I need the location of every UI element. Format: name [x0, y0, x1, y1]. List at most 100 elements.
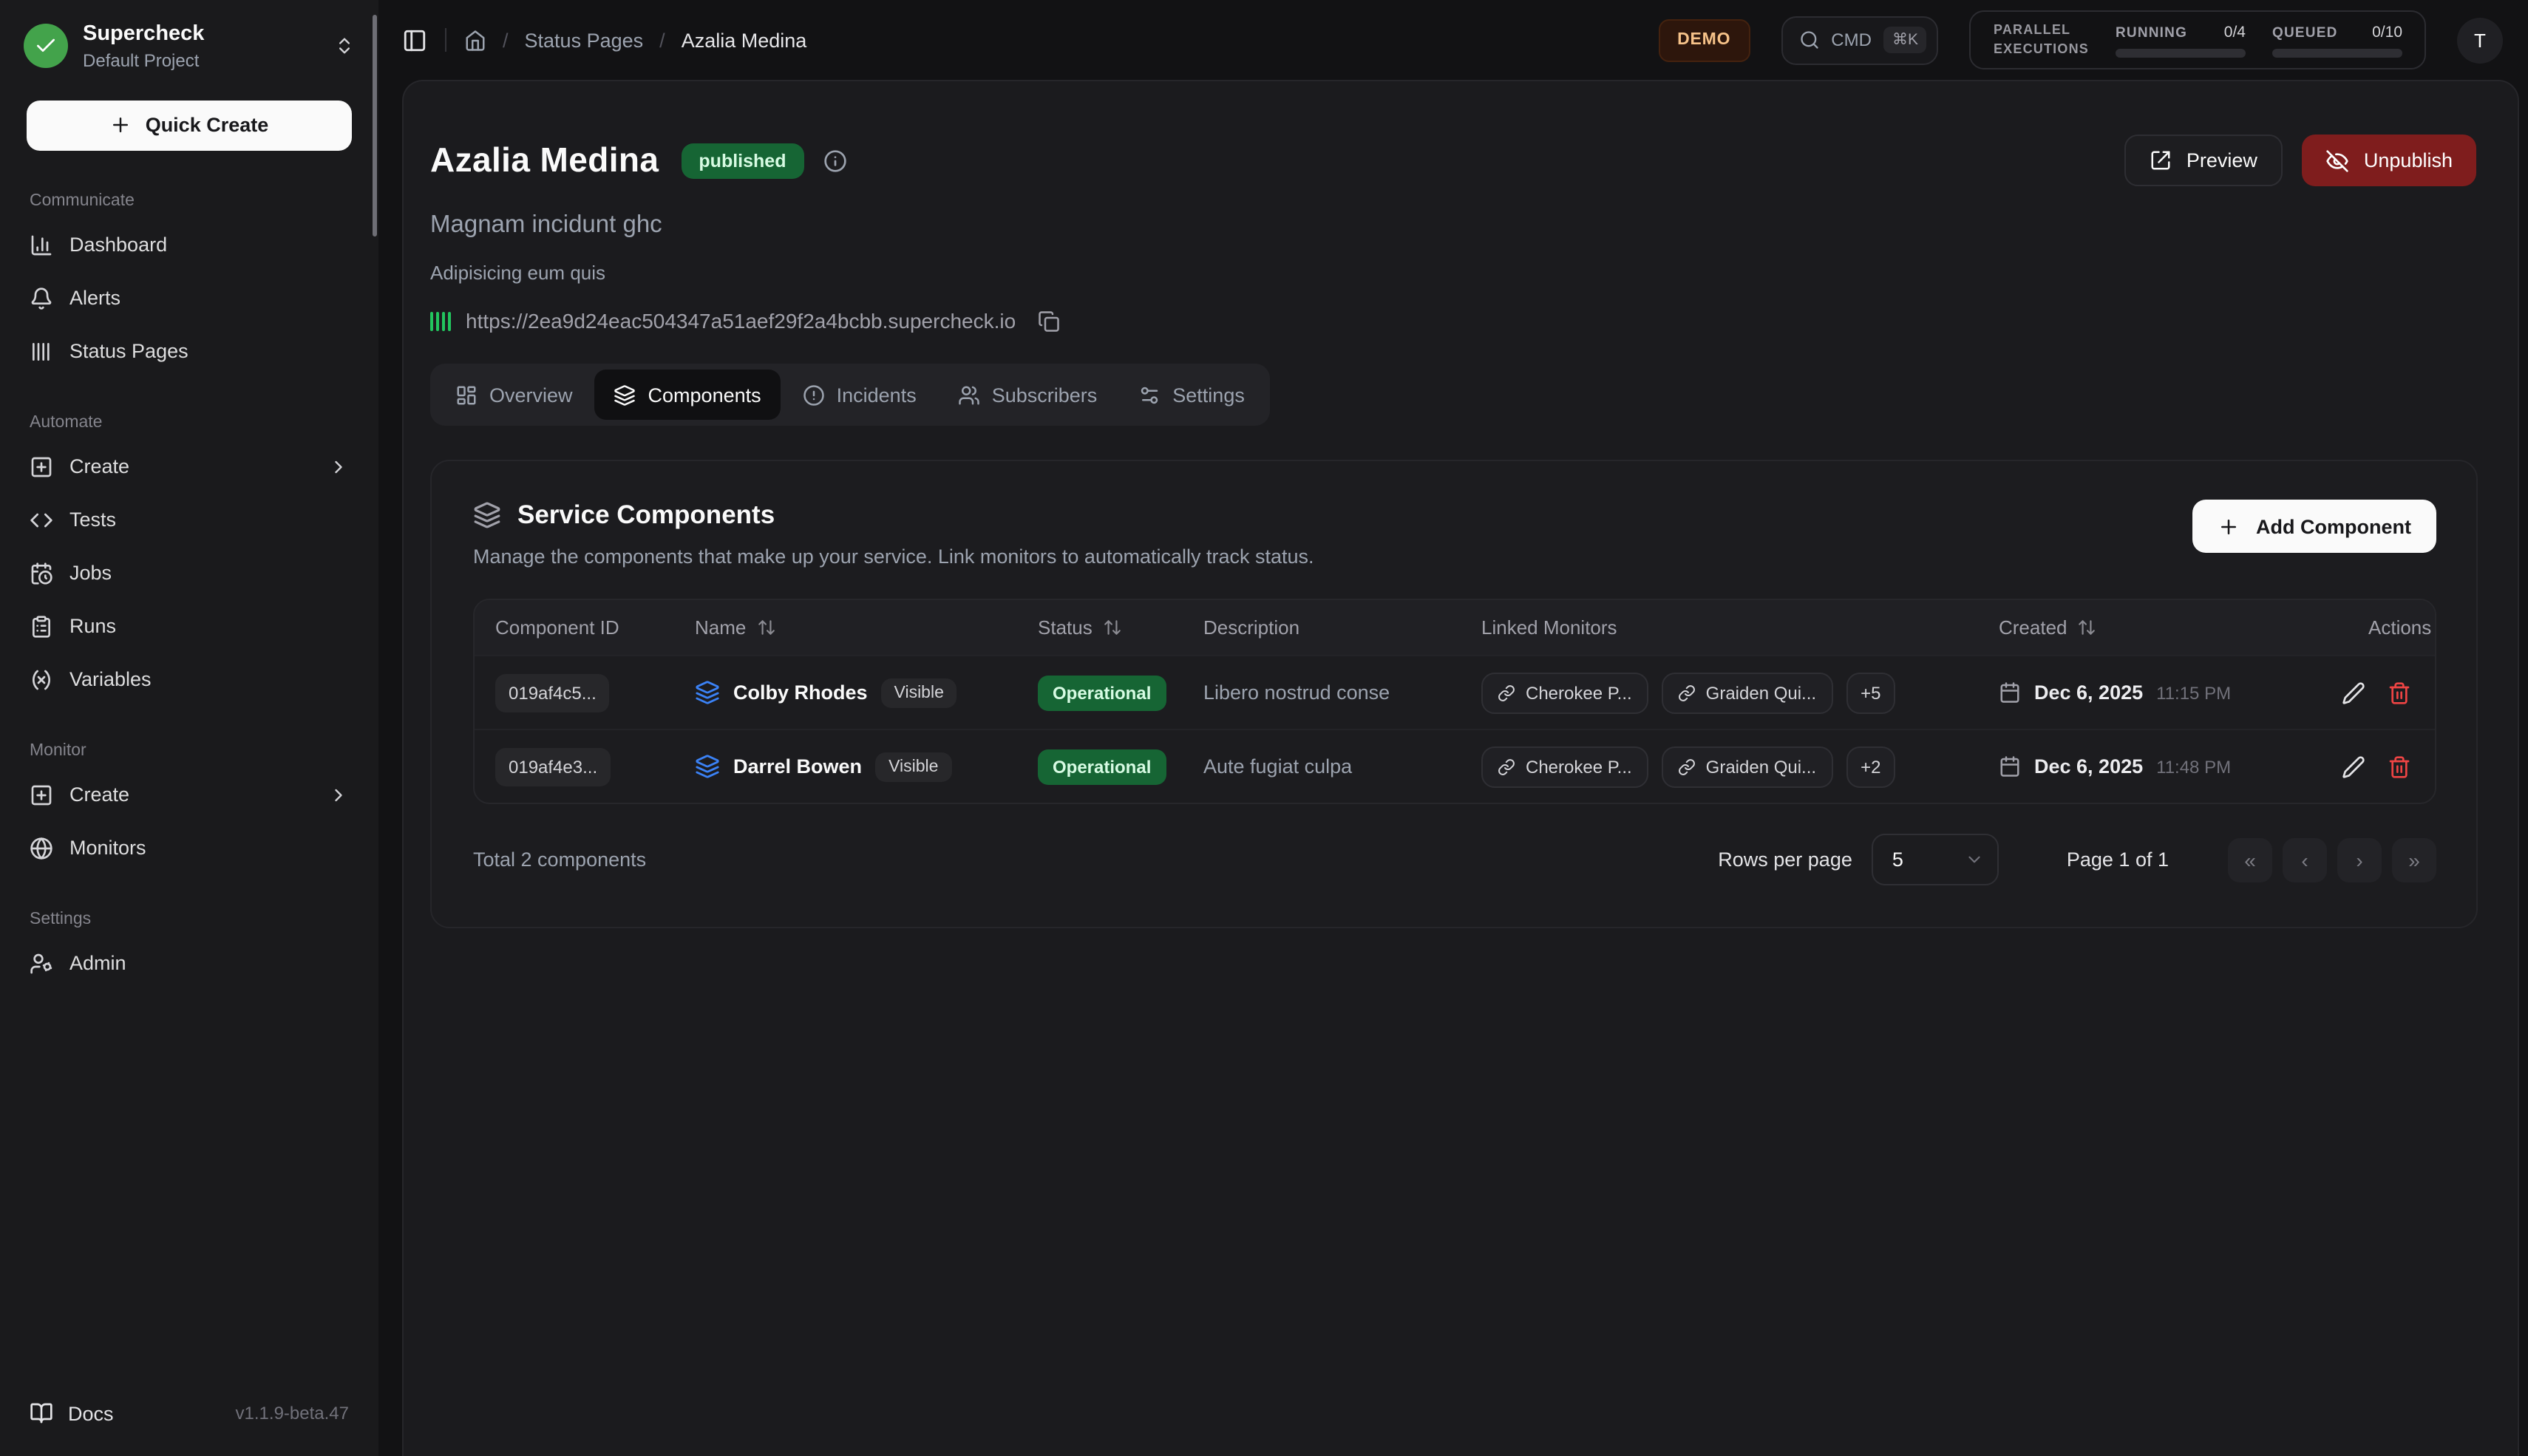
sort-icon [2078, 618, 2097, 637]
tab-subscribers[interactable]: Subscribers [939, 370, 1117, 420]
component-name[interactable]: Darrel Bowen [733, 755, 862, 778]
sidebar-item-create-automation[interactable]: Create [0, 440, 378, 493]
sidebar-item-monitors[interactable]: Monitors [0, 821, 378, 874]
breadcrumb-status-pages[interactable]: Status Pages [525, 29, 644, 51]
command-label: CMD [1831, 30, 1872, 50]
sidebar-item-variables[interactable]: Variables [0, 653, 378, 706]
variable-icon [30, 667, 53, 691]
card-header: Service Components Manage the components… [473, 500, 2436, 568]
tab-components[interactable]: Components [595, 370, 781, 420]
last-page-button[interactable]: » [2392, 837, 2436, 882]
code-icon [30, 508, 53, 531]
col-status[interactable]: Status [1032, 616, 1197, 639]
section-label-monitor: Monitor [30, 741, 378, 759]
col-description: Description [1197, 616, 1475, 639]
status-page-url[interactable]: https://2ea9d24eac504347a51aef29f2a4bcbb… [466, 309, 1016, 333]
delete-button[interactable] [2388, 755, 2411, 778]
parallel-executions-panel: PARALLEL EXECUTIONS RUNNING 0/4 QUEUED [1970, 11, 2426, 69]
sidebar-scrollbar[interactable] [373, 15, 377, 237]
preview-button[interactable]: Preview [2124, 135, 2283, 186]
monitor-chip[interactable]: Graiden Qui... [1662, 672, 1832, 713]
sidebar-item-jobs[interactable]: Jobs [0, 546, 378, 599]
col-linked-monitors: Linked Monitors [1475, 616, 1993, 639]
first-page-button[interactable]: « [2228, 837, 2272, 882]
sidebar-item-create-monitor[interactable]: Create [0, 768, 378, 821]
workspace-project: Default Project [83, 50, 319, 70]
component-id-chip: 019af4c5... [495, 673, 610, 712]
topbar: / Status Pages / Azalia Medina DEMO CMD … [378, 0, 2528, 80]
command-search-button[interactable]: CMD ⌘K [1781, 16, 1939, 64]
sidebar-item-alerts[interactable]: Alerts [0, 271, 378, 324]
col-created[interactable]: Created [1993, 616, 2362, 639]
card-header-text: Service Components Manage the components… [473, 500, 1314, 568]
pencil-icon [2342, 755, 2365, 778]
topbar-right: DEMO CMD ⌘K PARALLEL EXECUTIONS RUNNING … [1658, 11, 2503, 69]
alert-circle-icon [803, 384, 825, 406]
edit-button[interactable] [2342, 681, 2365, 704]
running-label: RUNNING [2116, 24, 2187, 41]
calendar-icon [1999, 681, 2021, 704]
components-table: Component ID Name Status Description Lin… [473, 599, 2436, 804]
more-monitors-chip[interactable]: +2 [1846, 746, 1895, 787]
breadcrumb-current-page: Azalia Medina [682, 29, 807, 51]
section-label-automate: Automate [30, 413, 378, 431]
panel-left-icon [402, 27, 427, 52]
monitor-chip[interactable]: Cherokee P... [1481, 746, 1648, 787]
component-description: Libero nostrud conse [1197, 681, 1475, 704]
topbar-divider [445, 28, 446, 52]
add-component-button[interactable]: Add Component [2192, 500, 2436, 553]
queued-label: QUEUED [2272, 24, 2338, 41]
monitor-chip[interactable]: Graiden Qui... [1662, 746, 1832, 787]
tab-settings[interactable]: Settings [1119, 370, 1264, 420]
edit-button[interactable] [2342, 755, 2365, 778]
component-id-chip: 019af4e3... [495, 747, 611, 786]
docs-link[interactable]: Docs [30, 1401, 114, 1425]
info-icon[interactable] [823, 149, 846, 172]
delete-button[interactable] [2388, 681, 2411, 704]
sidebar-footer: Docs v1.1.9-beta.47 [0, 1370, 378, 1456]
pagination-controls: Rows per page 5 Page 1 of 1 « ‹ › » [1718, 834, 2436, 885]
component-name[interactable]: Colby Rhodes [733, 681, 868, 704]
rows-per-page-select[interactable]: 5 [1872, 834, 1999, 885]
col-name[interactable]: Name [689, 616, 1032, 639]
user-avatar[interactable]: T [2457, 17, 2503, 63]
tab-overview[interactable]: Overview [436, 370, 592, 420]
page-tabs: Overview Components Incidents Subscriber… [430, 364, 1270, 426]
home-icon[interactable] [464, 29, 486, 51]
page-header: Azalia Medina published Preview Unpublis… [430, 135, 2518, 186]
unpublish-button[interactable]: Unpublish [2302, 135, 2476, 186]
copy-url-button[interactable] [1038, 310, 1060, 332]
sidebar-item-label: Alerts [69, 287, 120, 309]
next-page-button[interactable]: › [2337, 837, 2382, 882]
sidebar-item-tests[interactable]: Tests [0, 493, 378, 546]
square-plus-icon [30, 783, 53, 806]
command-shortcut: ⌘K [1883, 27, 1927, 53]
sidebar-item-label: Monitors [69, 837, 146, 859]
table-footer: Total 2 components Rows per page 5 Page … [473, 834, 2436, 885]
more-monitors-chip[interactable]: +5 [1846, 672, 1895, 713]
sidebar-item-admin[interactable]: Admin [0, 936, 378, 990]
sidebar-toggle-button[interactable] [402, 27, 427, 52]
sidebar-item-dashboard[interactable]: Dashboard [0, 218, 378, 271]
layers-icon [695, 754, 720, 779]
sidebar-item-runs[interactable]: Runs [0, 599, 378, 653]
quick-create-button[interactable]: Quick Create [27, 100, 352, 150]
section-label-communicate: Communicate [30, 191, 378, 209]
breadcrumb-separator: / [659, 29, 665, 51]
status-badge: Operational [1038, 749, 1166, 784]
sidebar-item-label: Tests [69, 508, 116, 531]
tab-incidents[interactable]: Incidents [784, 370, 936, 420]
sidebar-item-label: Jobs [69, 562, 112, 584]
sidebar-item-status-pages[interactable]: Status Pages [0, 324, 378, 378]
previous-page-button[interactable]: ‹ [2283, 837, 2327, 882]
plus-icon [2218, 515, 2240, 537]
trash-icon [2388, 755, 2411, 778]
link-icon [1678, 758, 1696, 775]
brand-logo-icon [24, 24, 68, 69]
workspace-switcher[interactable]: Supercheck Default Project [0, 0, 378, 79]
sidebar-item-label: Create [69, 455, 129, 477]
monitor-chip[interactable]: Cherokee P... [1481, 672, 1648, 713]
breadcrumb: / Status Pages / Azalia Medina [464, 29, 806, 51]
tally-icon [30, 339, 53, 363]
external-link-icon [2150, 149, 2172, 171]
